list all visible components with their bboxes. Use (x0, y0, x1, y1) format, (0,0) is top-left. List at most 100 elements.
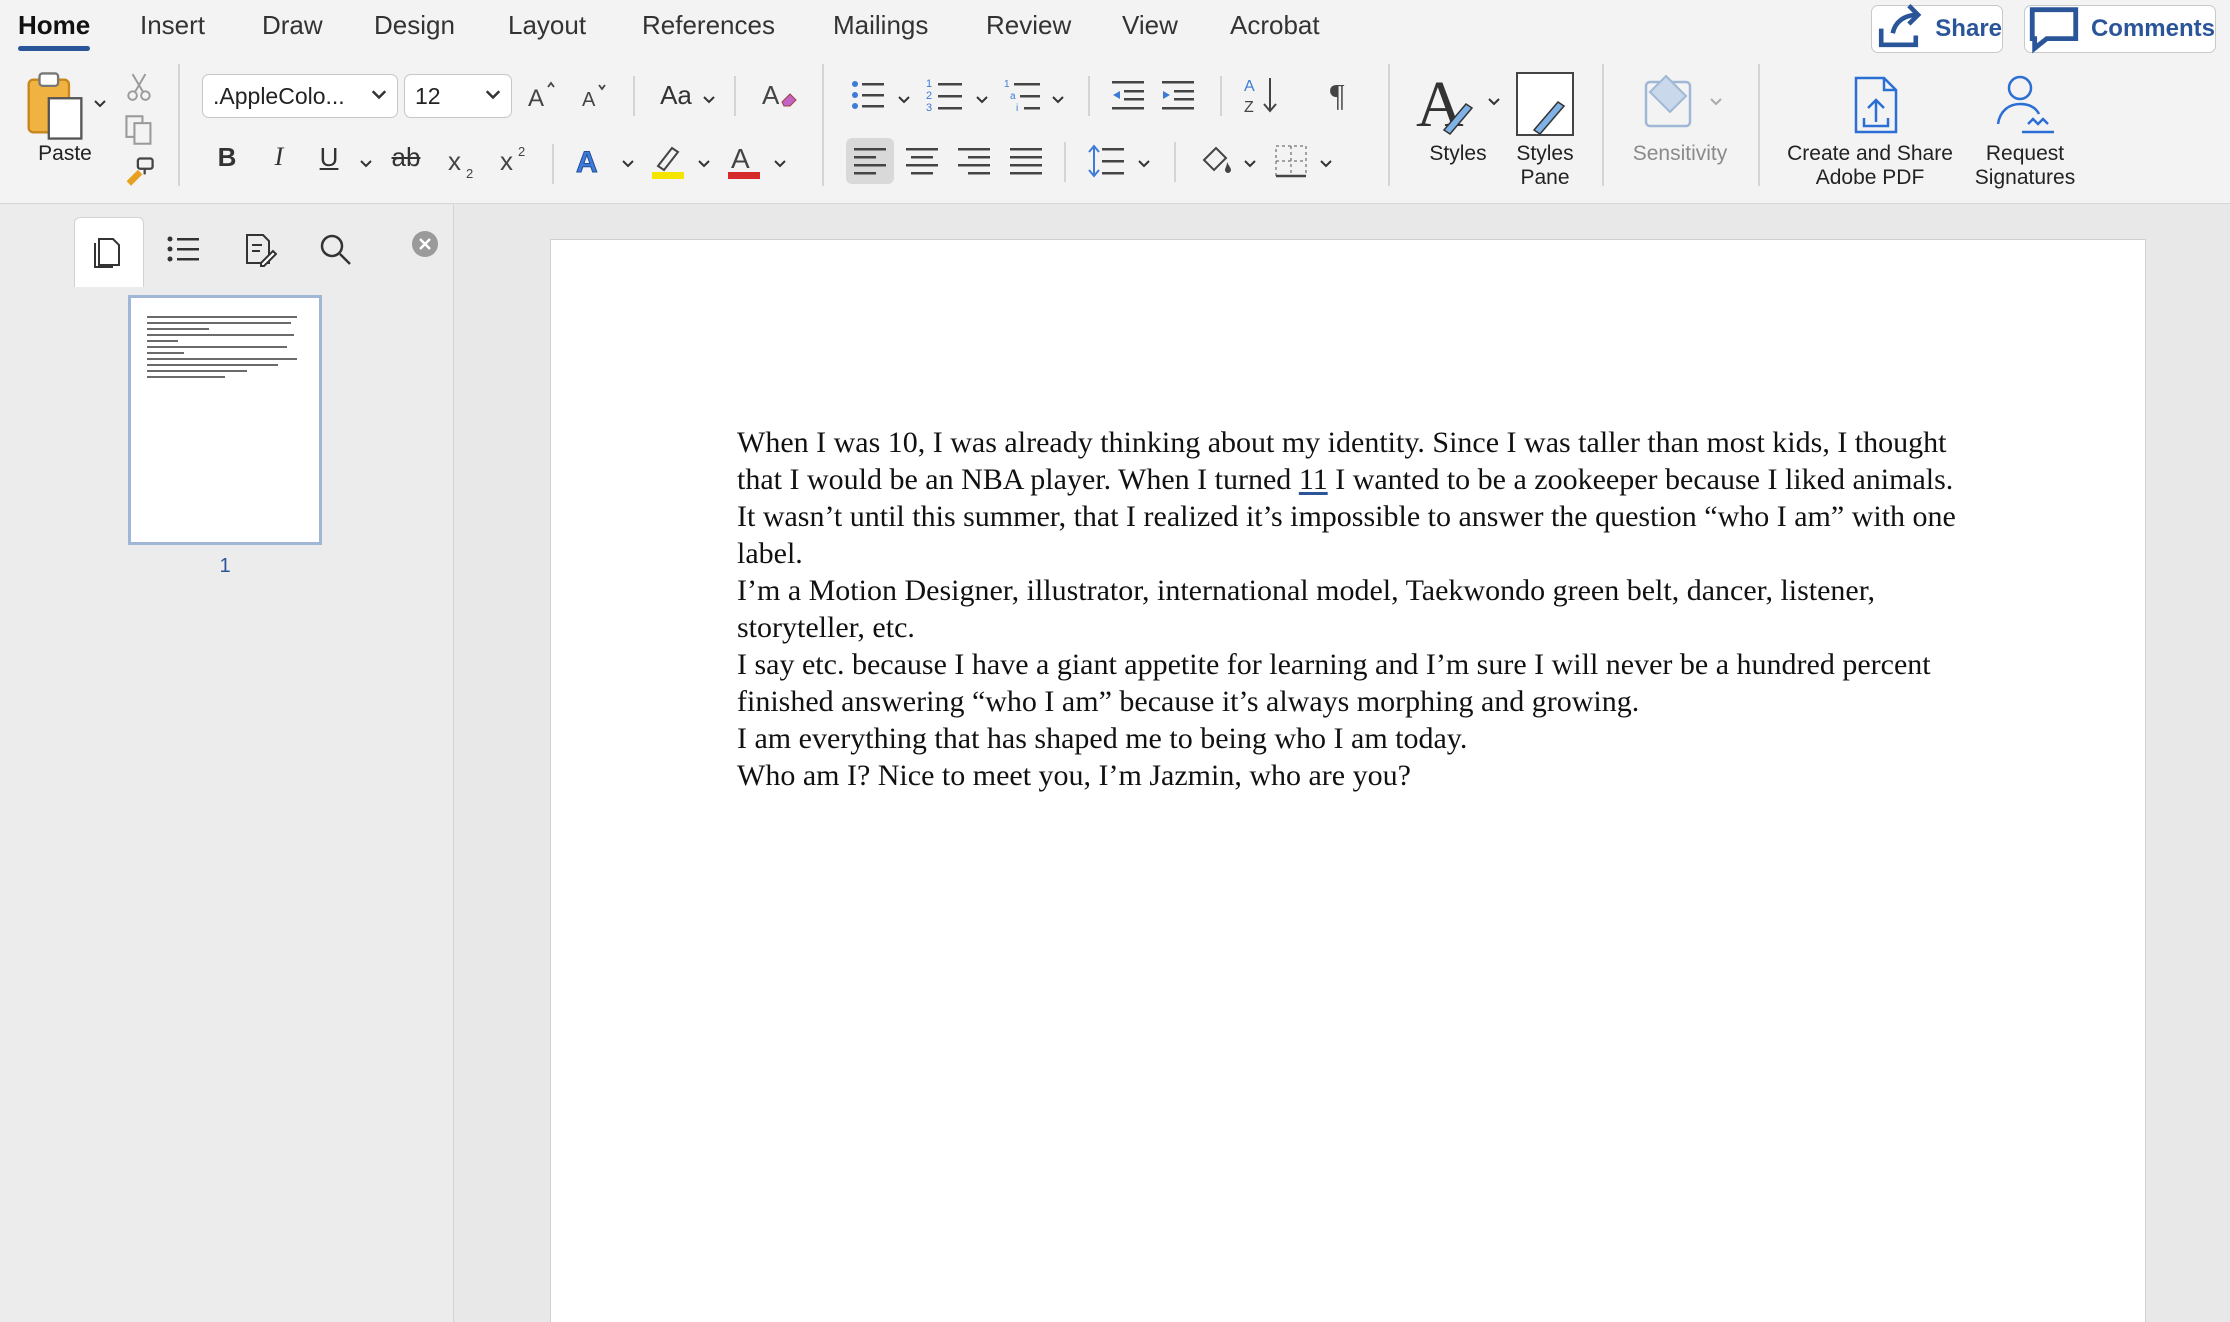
tab-references[interactable]: References (642, 10, 775, 41)
comments-label: Comments (2090, 15, 2215, 42)
bullets-icon[interactable] (850, 78, 886, 112)
nav-tab-headings[interactable] (148, 217, 218, 281)
tab-view[interactable]: View (1122, 10, 1178, 41)
subscript-icon[interactable]: x2 (446, 142, 480, 182)
styles-icon[interactable]: A (1416, 70, 1480, 138)
styles-dropdown-icon[interactable] (1486, 94, 1502, 110)
request-signatures-icon[interactable] (1992, 72, 2058, 136)
format-painter-icon[interactable] (122, 154, 156, 188)
paragraph-5: I am everything that has shaped me to be… (737, 722, 1468, 755)
ribbon-home: Paste .AppleColo... 12 A A Aa A B I U ab… (0, 56, 2230, 204)
font-color-icon[interactable]: A (726, 140, 762, 182)
nav-tab-search[interactable] (300, 217, 370, 281)
grow-font-icon[interactable]: A (526, 78, 560, 112)
paragraph-4: I say etc. because I have a giant appeti… (737, 648, 1931, 718)
tab-draw[interactable]: Draw (262, 10, 323, 41)
tab-acrobat[interactable]: Acrobat (1230, 10, 1320, 41)
text-effects-icon[interactable]: A (574, 142, 606, 180)
text-effects-dropdown-icon[interactable] (620, 156, 636, 172)
svg-text:A: A (731, 143, 750, 174)
sort-icon[interactable]: AZ (1242, 74, 1280, 116)
shading-icon[interactable] (1198, 142, 1234, 178)
line-spacing-icon[interactable] (1088, 144, 1124, 178)
svg-text:2: 2 (926, 90, 932, 102)
increase-indent-icon[interactable] (1160, 78, 1196, 112)
align-right-icon[interactable] (958, 146, 990, 176)
tab-design[interactable]: Design (374, 10, 455, 41)
copy-icon[interactable] (124, 114, 154, 146)
underline-dropdown-icon[interactable] (358, 156, 374, 172)
borders-icon[interactable] (1274, 144, 1308, 178)
document-body[interactable]: When I was 10, I was already thinking ab… (737, 424, 1977, 794)
font-size-dropdown-icon (485, 90, 501, 100)
svg-text:A: A (1244, 78, 1255, 95)
list-icon (167, 236, 199, 262)
share-button[interactable]: Share (1871, 4, 2003, 53)
document-page[interactable]: When I was 10, I was already thinking ab… (550, 239, 2146, 1322)
align-center-icon[interactable] (906, 146, 938, 176)
svg-text:Z: Z (1244, 99, 1254, 116)
create-pdf-label[interactable]: Create and Share Adobe PDF (1770, 142, 1970, 190)
paste-icon[interactable] (24, 70, 86, 142)
font-size-combo[interactable]: 12 (404, 74, 512, 118)
clear-formatting-icon[interactable]: A (760, 76, 800, 114)
request-signatures-label[interactable]: Request Signatures (1970, 142, 2080, 190)
svg-text:i: i (1016, 103, 1018, 114)
paste-label: Paste (38, 142, 92, 165)
strikethrough-button[interactable]: ab (388, 142, 424, 173)
change-case-dropdown-icon[interactable] (701, 92, 717, 108)
font-color-dropdown-icon[interactable] (772, 156, 788, 172)
shrink-font-icon[interactable]: A (580, 80, 612, 112)
bullets-dropdown-icon[interactable] (896, 92, 912, 108)
tab-review[interactable]: Review (986, 10, 1071, 41)
paragraph-2: It wasn’t until this summer, that I real… (737, 500, 1956, 570)
svg-text:A: A (528, 85, 544, 112)
styles-pane-label-line2: Pane (1520, 166, 1570, 189)
decrease-indent-icon[interactable] (1110, 78, 1146, 112)
multilevel-dropdown-icon[interactable] (1050, 92, 1066, 108)
nav-tab-editing[interactable] (224, 217, 294, 281)
borders-dropdown-icon[interactable] (1318, 156, 1334, 172)
numbering-dropdown-icon[interactable] (974, 92, 990, 108)
tab-insert[interactable]: Insert (140, 10, 205, 41)
change-case-label[interactable]: Aa (656, 80, 696, 111)
svg-text:A: A (576, 146, 598, 179)
svg-text:A: A (1416, 70, 1464, 138)
show-formatting-marks-icon[interactable]: ¶ (1328, 76, 1358, 114)
paragraph-1-end: I wanted to be a zookeeper because I lik… (1327, 463, 1954, 496)
svg-text:1: 1 (1004, 79, 1010, 90)
create-pdf-label-line1: Create and Share (1787, 142, 1953, 165)
tab-home[interactable]: Home (18, 10, 91, 51)
align-left-button[interactable] (846, 138, 894, 184)
italic-button[interactable]: I (264, 142, 294, 172)
highlight-color-icon[interactable] (650, 140, 686, 182)
cut-icon[interactable] (126, 72, 152, 102)
document-canvas: When I was 10, I was already thinking ab… (456, 205, 2230, 1322)
superscript-icon[interactable]: x2 (498, 140, 532, 180)
comments-button[interactable]: Comments (2024, 5, 2216, 54)
highlight-dropdown-icon[interactable] (696, 156, 712, 172)
page-thumbnail[interactable] (128, 295, 322, 545)
tab-mailings[interactable]: Mailings (833, 10, 928, 41)
comment-icon (2025, 0, 2083, 58)
font-name-combo[interactable]: .AppleColo... (202, 74, 398, 118)
underline-button[interactable]: U (314, 142, 344, 173)
search-icon (320, 234, 351, 265)
create-pdf-icon[interactable] (1848, 74, 1904, 136)
font-name-value: .AppleColo... (213, 82, 345, 109)
styles-pane-icon[interactable] (1514, 70, 1576, 138)
bold-button[interactable]: B (212, 142, 242, 173)
svg-text:A: A (762, 80, 780, 110)
paragraph-1: When I was 10, I was already thinking ab… (737, 424, 1977, 498)
shading-dropdown-icon[interactable] (1242, 156, 1258, 172)
justify-icon[interactable] (1010, 146, 1042, 176)
line-spacing-dropdown-icon[interactable] (1136, 156, 1152, 172)
paste-dropdown-icon[interactable] (92, 96, 108, 112)
create-pdf-label-line2: Adobe PDF (1815, 166, 1925, 189)
close-pane-icon[interactable] (410, 229, 440, 259)
request-signatures-label-line1: Request (1985, 142, 2065, 165)
nav-tab-thumbnails[interactable] (74, 217, 144, 287)
multilevel-list-icon[interactable]: 1ai (1004, 76, 1044, 114)
numbering-icon[interactable]: 123 (926, 76, 964, 114)
tab-layout[interactable]: Layout (508, 10, 586, 41)
